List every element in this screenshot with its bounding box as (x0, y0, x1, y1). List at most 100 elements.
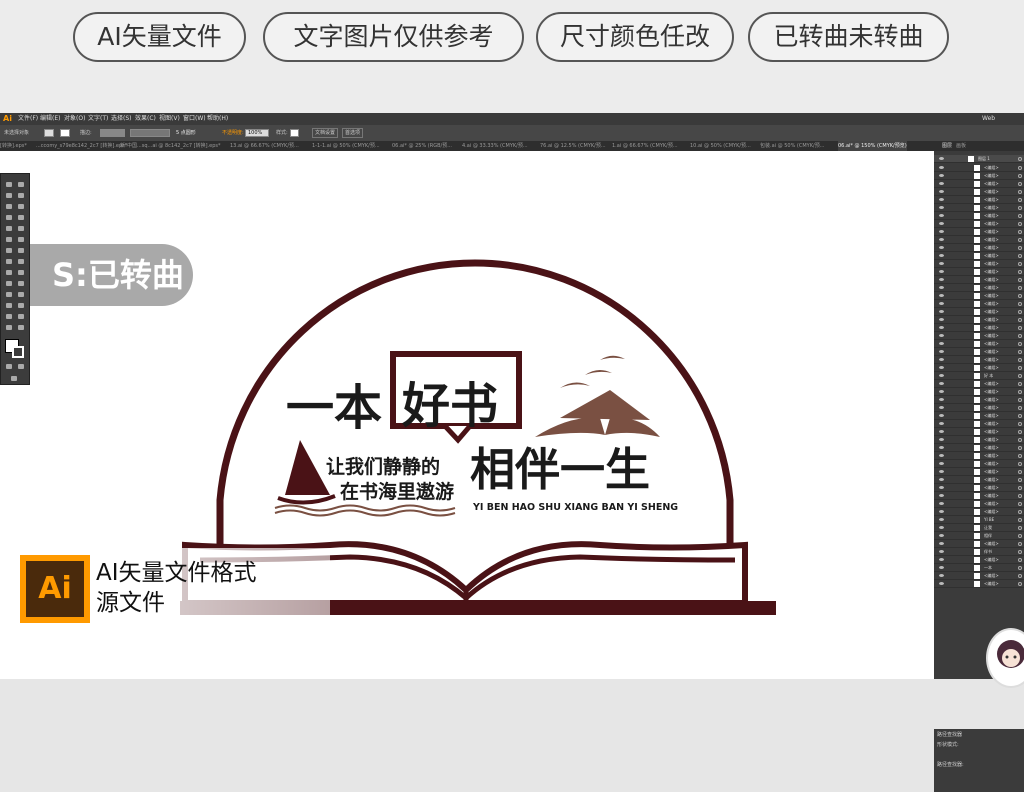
layer-item[interactable]: 好 本 (934, 372, 1024, 380)
layer-item[interactable]: <编组> (934, 420, 1024, 428)
visibility-eye-icon[interactable] (939, 558, 944, 561)
target-circle-icon[interactable] (1018, 318, 1022, 322)
doc-tab[interactable]: [转换].eps* (0, 141, 27, 151)
visibility-eye-icon[interactable] (939, 262, 944, 265)
visibility-eye-icon[interactable] (939, 286, 944, 289)
layer-item[interactable]: <编组> (934, 468, 1024, 476)
target-circle-icon[interactable] (1018, 238, 1022, 242)
color-mode-icon[interactable] (6, 364, 12, 369)
eyedropper-tool-icon[interactable] (6, 292, 12, 297)
screen-mode-icon[interactable] (11, 376, 17, 381)
visibility-eye-icon[interactable] (939, 582, 944, 585)
visibility-eye-icon[interactable] (939, 510, 944, 513)
width-tool-icon[interactable] (6, 259, 12, 264)
visibility-eye-icon[interactable] (939, 366, 944, 369)
graphic-style-swatch[interactable] (290, 129, 299, 137)
layer-item[interactable]: <编组> (934, 380, 1024, 388)
target-circle-icon[interactable] (1018, 422, 1022, 426)
visibility-eye-icon[interactable] (939, 342, 944, 345)
layer-item[interactable]: <编组> (934, 340, 1024, 348)
layer-item[interactable]: <编组> (934, 308, 1024, 316)
symbol-sprayer-tool-icon[interactable] (6, 303, 12, 308)
visibility-eye-icon[interactable] (939, 526, 944, 529)
visibility-eye-icon[interactable] (939, 157, 944, 160)
layer-item[interactable]: <编组> (934, 172, 1024, 180)
layer-item[interactable]: <编组> (934, 396, 1024, 404)
target-circle-icon[interactable] (1018, 502, 1022, 506)
visibility-eye-icon[interactable] (939, 462, 944, 465)
menu-object[interactable]: 对象(O) (64, 113, 85, 125)
visibility-eye-icon[interactable] (939, 238, 944, 241)
artboard-tool-icon[interactable] (6, 314, 12, 319)
target-circle-icon[interactable] (1018, 262, 1022, 266)
doc-tab[interactable]: 13.ai @ 66.67% (CMYK/预... (230, 141, 299, 151)
target-circle-icon[interactable] (1018, 230, 1022, 234)
layer-item[interactable]: <编组> (934, 292, 1024, 300)
target-circle-icon[interactable] (1018, 294, 1022, 298)
visibility-eye-icon[interactable] (939, 310, 944, 313)
menu-edit[interactable]: 编辑(E) (40, 113, 60, 125)
target-circle-icon[interactable] (1018, 278, 1022, 282)
target-circle-icon[interactable] (1018, 582, 1022, 586)
visibility-eye-icon[interactable] (939, 246, 944, 249)
visibility-eye-icon[interactable] (939, 334, 944, 337)
visibility-eye-icon[interactable] (939, 406, 944, 409)
zoom-tool-icon[interactable] (18, 325, 24, 330)
target-circle-icon[interactable] (1018, 166, 1022, 170)
layer-item[interactable]: <编组> (934, 452, 1024, 460)
layer-item[interactable]: <编组> (934, 332, 1024, 340)
layers-tab[interactable]: 图层 (942, 141, 952, 151)
layer-item[interactable]: <编组> (934, 436, 1024, 444)
fill-swatch[interactable] (44, 129, 54, 137)
menu-select[interactable]: 选择(S) (111, 113, 132, 125)
menu-view[interactable]: 视图(V) (159, 113, 180, 125)
visibility-eye-icon[interactable] (939, 398, 944, 401)
target-circle-icon[interactable] (1018, 246, 1022, 250)
layer-item[interactable]: <编组> (934, 484, 1024, 492)
target-circle-icon[interactable] (1018, 358, 1022, 362)
doc-tab[interactable]: 4.ai @ 33.33% (CMYK/预... (462, 141, 528, 151)
stroke-swatch[interactable] (60, 129, 70, 137)
target-circle-icon[interactable] (1018, 550, 1022, 554)
visibility-eye-icon[interactable] (939, 534, 944, 537)
visibility-eye-icon[interactable] (939, 494, 944, 497)
lasso-tool-icon[interactable] (18, 193, 24, 198)
target-circle-icon[interactable] (1018, 366, 1022, 370)
target-circle-icon[interactable] (1018, 526, 1022, 530)
layer-item[interactable]: <编组> (934, 212, 1024, 220)
target-circle-icon[interactable] (1018, 302, 1022, 306)
layer-item[interactable]: <编组> (934, 316, 1024, 324)
target-circle-icon[interactable] (1018, 566, 1022, 570)
target-circle-icon[interactable] (1018, 486, 1022, 490)
menu-help[interactable]: 帮助(H) (207, 113, 228, 125)
layer-item[interactable]: <编组> (934, 284, 1024, 292)
layer-item[interactable]: <编组> (934, 268, 1024, 276)
target-circle-icon[interactable] (1018, 198, 1022, 202)
layer-item[interactable]: <编组> (934, 204, 1024, 212)
visibility-eye-icon[interactable] (939, 190, 944, 193)
direct-selection-tool-icon[interactable] (18, 182, 24, 187)
slice-tool-icon[interactable] (18, 314, 24, 319)
target-circle-icon[interactable] (1018, 222, 1022, 226)
mesh-tool-icon[interactable] (6, 281, 12, 286)
workspace-switcher[interactable]: Web (982, 113, 995, 125)
layer-item[interactable]: <编组> (934, 460, 1024, 468)
visibility-eye-icon[interactable] (939, 374, 944, 377)
visibility-eye-icon[interactable] (939, 382, 944, 385)
layer-item[interactable]: <编组> (934, 556, 1024, 564)
visibility-eye-icon[interactable] (939, 198, 944, 201)
opacity-label[interactable]: 不透明度: (222, 125, 244, 141)
visibility-eye-icon[interactable] (939, 550, 944, 553)
target-circle-icon[interactable] (1018, 518, 1022, 522)
visibility-eye-icon[interactable] (939, 230, 944, 233)
layer-item[interactable]: <编组> (934, 404, 1024, 412)
selection-tool-icon[interactable] (6, 182, 12, 187)
visibility-eye-icon[interactable] (939, 542, 944, 545)
shape-builder-tool-icon[interactable] (6, 270, 12, 275)
layer-item[interactable]: <编组> (934, 364, 1024, 372)
target-circle-icon[interactable] (1018, 270, 1022, 274)
doc-tab[interactable]: ...ccomy_s79e8c142_2c7 [转换].eps* (36, 141, 127, 151)
visibility-eye-icon[interactable] (939, 566, 944, 569)
target-circle-icon[interactable] (1018, 470, 1022, 474)
visibility-eye-icon[interactable] (939, 302, 944, 305)
